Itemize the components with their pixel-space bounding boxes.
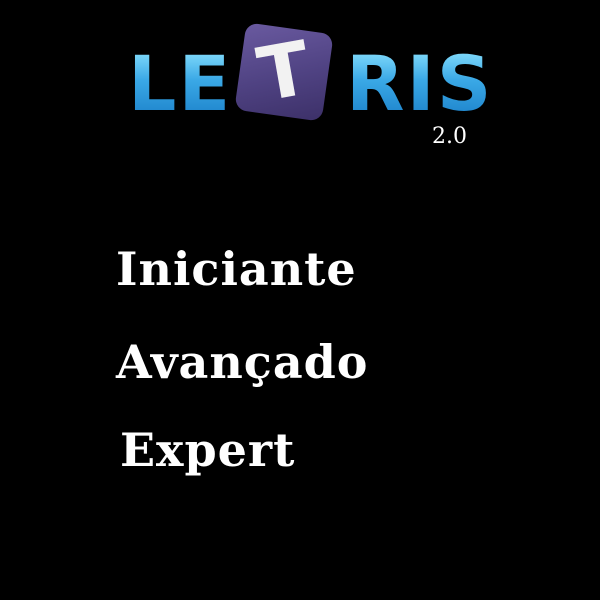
- version-label: 2.0: [432, 124, 467, 149]
- menu-item-avancado[interactable]: Avançado: [116, 337, 368, 387]
- game-logo: LE T RIS: [128, 22, 492, 128]
- logo-text-right: RIS: [346, 39, 494, 128]
- logo-text-left: LE: [128, 39, 233, 128]
- menu-item-expert[interactable]: Expert: [120, 425, 295, 475]
- menu-item-iniciante[interactable]: Iniciante: [116, 244, 357, 294]
- logo-letter-tile: T: [234, 22, 334, 122]
- logo-tile-letter: T: [251, 25, 317, 119]
